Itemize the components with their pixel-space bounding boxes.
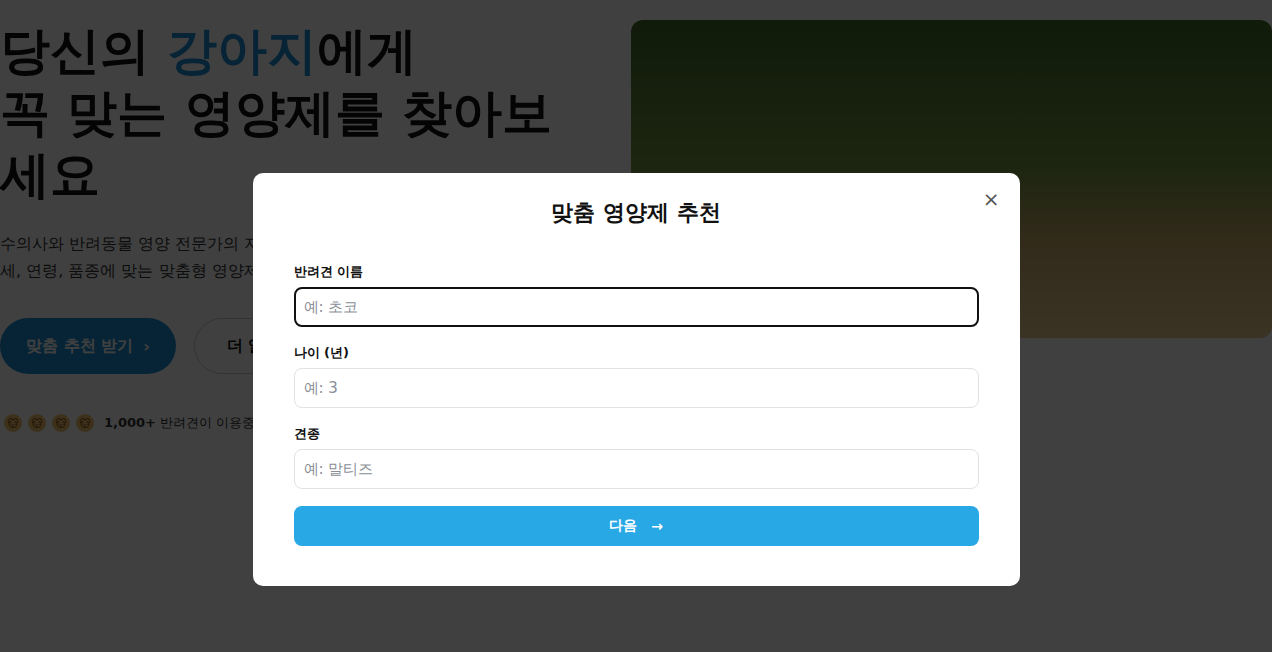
form-field: 견종 [294, 425, 979, 489]
text-input[interactable] [294, 368, 979, 408]
field-label: 견종 [294, 425, 979, 443]
next-button[interactable]: 다음 → [294, 506, 979, 546]
modal-overlay[interactable]: 맞춤 영양제 추천× 반려견 이름나이 (년) 견종다음 → [0, 0, 1272, 652]
close-button[interactable]: × [979, 185, 1004, 213]
text-input[interactable] [294, 287, 979, 327]
field-label: 나이 (년) [294, 344, 979, 362]
form-field: 나이 (년) [294, 344, 979, 408]
text-input[interactable] [294, 449, 979, 489]
pet-form: 반려견 이름나이 (년) 견종다음 → [294, 263, 979, 546]
modal-title: 맞춤 영양제 추천 [294, 198, 979, 228]
arrow-right-icon: → [651, 518, 663, 534]
form-field: 반려견 이름 [294, 263, 979, 327]
next-button-label: 다음 [609, 517, 637, 535]
field-label: 반려견 이름 [294, 263, 979, 281]
recommend-modal: 맞춤 영양제 추천× 반려견 이름나이 (년) 견종다음 → [253, 173, 1020, 586]
